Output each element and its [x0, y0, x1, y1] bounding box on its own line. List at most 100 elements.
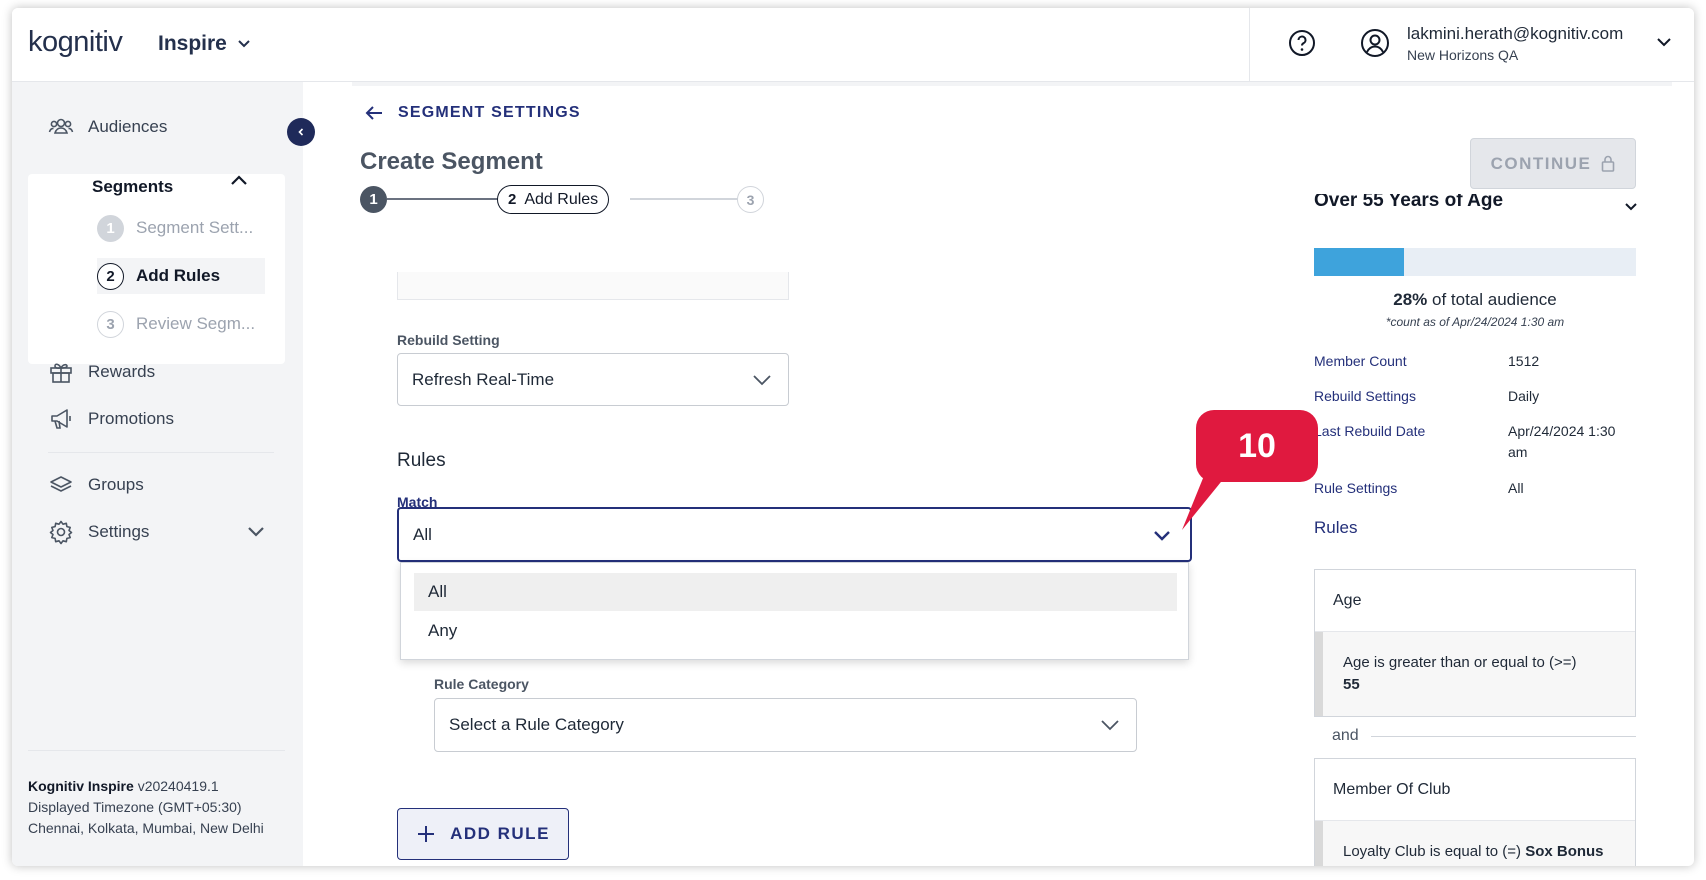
sidebar: Audiences Segments 1 Segment Sett... 2 A…	[12, 82, 303, 866]
audience-progress-fill	[1314, 248, 1405, 276]
plus-icon	[418, 826, 435, 842]
chevron-down-icon	[1154, 530, 1170, 541]
member-count-key: Member Count	[1314, 353, 1407, 369]
rebuild-settings-key: Rebuild Settings	[1314, 388, 1416, 404]
stepper-step-2[interactable]: 2 Add Rules	[497, 185, 610, 214]
rebuild-setting-label: Rebuild Setting	[397, 332, 500, 348]
rules-heading: Rules	[397, 450, 446, 471]
help-icon[interactable]	[1288, 29, 1316, 57]
step-number: 1	[97, 214, 124, 242]
back-label: SEGMENT SETTINGS	[398, 104, 581, 121]
step-callout-badge: 10	[1196, 410, 1318, 482]
megaphone-icon	[51, 409, 71, 429]
collapse-sidebar-button[interactable]	[287, 118, 315, 146]
layers-icon	[50, 476, 72, 492]
add-rule-button[interactable]: ADD RULE	[397, 808, 569, 860]
step-label: Add Rules	[136, 266, 221, 285]
progress-stepper: 1 2 Add Rules 3	[360, 184, 780, 214]
app-name: Kognitiv Inspire	[28, 778, 134, 794]
sidebar-item-label: Audiences	[88, 117, 168, 136]
audience-progress-bar	[1314, 248, 1636, 276]
rebuild-setting-select[interactable]: Refresh Real-Time	[397, 353, 789, 406]
add-rule-label: ADD RULE	[450, 824, 550, 843]
select-placeholder: Select a Rule Category	[449, 715, 624, 734]
app-window: kognitiv Inspire lakmini.herath@kognitiv…	[12, 8, 1694, 866]
sidebar-item-audiences[interactable]: Audiences	[48, 114, 167, 140]
continue-button[interactable]: CONTINUE	[1470, 138, 1636, 189]
user-org: New Horizons QA	[1407, 47, 1519, 63]
chevron-left-icon	[298, 128, 304, 136]
last-rebuild-value: Apr/24/2024 1:30 am	[1508, 423, 1616, 460]
match-dropdown-menu: All Any	[400, 562, 1189, 660]
step-number: 3	[97, 310, 124, 338]
sidebar-item-label: Groups	[88, 475, 144, 494]
header-divider	[1249, 8, 1250, 82]
rule-card-title: Member Of Club	[1315, 759, 1635, 821]
rule-settings-value: All	[1508, 480, 1524, 496]
step-number: 2	[97, 262, 124, 290]
step-label: Add Rules	[524, 190, 599, 208]
sidebar-item-settings[interactable]: Settings	[48, 519, 274, 545]
stepper-step-1[interactable]: 1	[360, 186, 387, 213]
timezone-cities: Chennai, Kolkata, Mumbai, New Delhi	[28, 820, 264, 836]
sidebar-step-add-rules[interactable]: 2 Add Rules	[97, 258, 265, 294]
page-title: Create Segment	[360, 148, 543, 175]
chevron-down-icon[interactable]	[1624, 202, 1638, 212]
people-icon	[48, 118, 74, 134]
top-header: kognitiv Inspire lakmini.herath@kognitiv…	[12, 8, 1694, 82]
rule-card-body: Age is greater than or equal to (>=) 55	[1315, 632, 1635, 716]
sidebar-item-rewards[interactable]: Rewards	[48, 359, 155, 385]
sidebar-step-segment-settings[interactable]: 1 Segment Sett...	[97, 210, 265, 246]
sidebar-step-review-segment[interactable]: 3 Review Segm...	[97, 306, 265, 342]
and-label: and	[1332, 727, 1359, 744]
select-value: All	[413, 524, 432, 544]
separator-line	[1370, 735, 1636, 737]
step-label: Segment Sett...	[136, 218, 254, 237]
percent-value: 28%	[1393, 290, 1428, 309]
sidebar-item-label: Settings	[88, 522, 150, 541]
stepper-line	[387, 198, 499, 200]
chevron-up-icon[interactable]	[229, 173, 249, 187]
sidebar-footer: Kognitiv Inspire v20240419.1 Displayed T…	[28, 776, 264, 839]
sidebar-item-segments[interactable]: Segments	[92, 177, 173, 197]
sidebar-footer-divider	[28, 750, 285, 751]
gear-icon	[49, 520, 73, 545]
member-count-value: 1512	[1508, 353, 1540, 369]
rule-and-separator: and	[1314, 727, 1636, 745]
kognitiv-logo[interactable]: kognitiv	[28, 26, 123, 59]
rule-category-select[interactable]: Select a Rule Category	[434, 698, 1137, 752]
percent-suffix: of total audience	[1427, 290, 1557, 309]
user-avatar-icon[interactable]	[1360, 28, 1390, 58]
sidebar-divider	[48, 452, 274, 453]
previous-field-partial	[397, 272, 789, 300]
back-to-segment-settings[interactable]: SEGMENT SETTINGS	[364, 104, 581, 122]
stepper-line	[630, 198, 738, 200]
summary-title-text: Over 55 Years of Age	[1314, 194, 1504, 211]
rule-text: Age is greater than or equal to (>=)	[1343, 654, 1577, 671]
sidebar-item-groups[interactable]: Groups	[48, 472, 144, 498]
stepper-step-3[interactable]: 3	[737, 186, 764, 213]
chevron-down-icon	[238, 40, 250, 48]
audience-percent: 28% of total audience	[1314, 290, 1636, 310]
rule-card-member-of-club: Member Of Club Loyalty Club is equal to …	[1314, 758, 1636, 866]
chevron-down-icon	[753, 374, 771, 385]
last-rebuild-key: Last Rebuild Date	[1314, 423, 1426, 439]
match-option-all[interactable]: All	[414, 573, 1177, 611]
match-option-any[interactable]: Any	[414, 612, 1177, 650]
step-number: 2	[508, 191, 517, 208]
product-switcher[interactable]: Inspire	[158, 32, 251, 56]
app-version: v20240419.1	[137, 778, 219, 794]
lock-icon	[1602, 155, 1615, 172]
user-menu-chevron-icon[interactable]	[1656, 36, 1672, 48]
rule-value: 55	[1343, 676, 1360, 693]
rule-category-label: Rule Category	[434, 676, 529, 692]
logo-text: kognitiv	[28, 26, 123, 58]
main-top-strip	[352, 82, 1672, 86]
sidebar-item-promotions[interactable]: Promotions	[48, 406, 174, 432]
continue-label: CONTINUE	[1490, 153, 1592, 173]
rule-card-title: Age	[1315, 570, 1635, 632]
match-select[interactable]: All	[397, 507, 1192, 562]
rebuild-settings-value: Daily	[1508, 388, 1540, 404]
timezone-label: Displayed Timezone (GMT+05:30)	[28, 799, 242, 815]
select-value: Refresh Real-Time	[412, 369, 555, 389]
